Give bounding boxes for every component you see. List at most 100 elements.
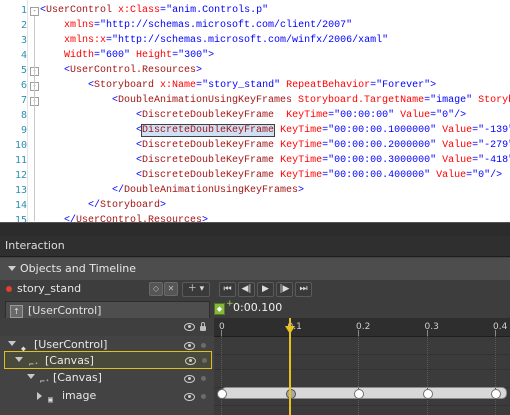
lock-dot-icon[interactable]	[202, 358, 207, 363]
code-token: "00:00:00.400000"	[328, 170, 431, 181]
keyframe-selected[interactable]	[285, 389, 296, 399]
code-token: "image"	[430, 95, 473, 106]
tree-row-canvas-child[interactable]: ⌐⁺ [Canvas]	[0, 369, 214, 387]
lock-dot-icon[interactable]	[201, 394, 206, 399]
code-line[interactable]: Width="600" Height="300">	[40, 48, 214, 63]
code-token: "anim.Controls.p"	[166, 5, 269, 16]
tree-row-label: [Canvas]	[45, 354, 94, 367]
collapse-triangle-icon[interactable]	[8, 266, 16, 271]
new-storyboard-button[interactable]: ＋ ▾	[182, 282, 210, 297]
timeline-row-canvas[interactable]	[214, 351, 510, 370]
playhead-handle[interactable]	[284, 326, 295, 334]
line-number-gutter: 1 2 3 4 5 6 7 8 9 10 11 12 13 14 15	[0, 0, 28, 222]
code-token: <	[40, 110, 143, 121]
line-number: 11	[14, 155, 27, 166]
code-token: Value	[436, 155, 473, 166]
lock-dot-icon[interactable]	[201, 343, 206, 348]
next-frame-icon[interactable]: |▶	[276, 282, 293, 297]
code-token: Storyboard	[100, 200, 161, 211]
code-token: Value	[394, 110, 431, 121]
code-token: Storyboard	[94, 80, 155, 91]
tree-row-image[interactable]: ▣ image	[0, 387, 214, 405]
code-line[interactable]: <DiscreteDoubleKeyFrame KeyTime="00:00:0…	[40, 138, 510, 153]
keyframe-track-bar[interactable]	[221, 387, 507, 399]
code-token: </	[40, 185, 125, 196]
visibility-eye-icon[interactable]	[185, 357, 196, 365]
visibility-eye-icon[interactable]	[184, 393, 195, 401]
code-line[interactable]: <DiscreteDoubleKeyFrame KeyTime="00:00:0…	[40, 153, 510, 168]
code-line[interactable]: <DiscreteDoubleKeyFrame KeyTime="00:00:0…	[40, 123, 510, 138]
code-token: <	[40, 65, 71, 76]
code-token: "00:00:00.2000000"	[328, 140, 437, 151]
line-number: 12	[14, 170, 27, 181]
keyframe[interactable]	[422, 389, 433, 399]
line-number: 4	[20, 50, 27, 61]
line-number: 8	[20, 110, 27, 121]
object-tree-header	[0, 318, 214, 336]
line-number: 2	[20, 20, 27, 31]
line-number: 15	[14, 215, 27, 222]
code-token: DoubleAnimationUsingKeyFrames	[118, 95, 293, 106]
timeline-row-canvas-child[interactable]	[214, 369, 510, 388]
code-token: KeyTime	[274, 125, 323, 136]
expand-triangle-icon[interactable]	[27, 374, 35, 379]
last-frame-icon[interactable]: ⏭	[295, 282, 312, 297]
fold-toggle-icon[interactable]: -	[30, 7, 39, 16]
code-token: DiscreteDoubleKeyFrame	[142, 170, 275, 181]
code-token: "600"	[100, 50, 131, 61]
storyboard-name[interactable]: story_stand	[17, 280, 81, 298]
keyframe[interactable]	[354, 389, 364, 399]
code-token: "http://schemas.microsoft.com/client/200…	[100, 20, 353, 31]
code-line[interactable]: </DoubleAnimationUsingKeyFrames>	[40, 183, 304, 198]
first-frame-icon[interactable]: ⏮	[219, 282, 236, 297]
record-indicator-icon	[6, 286, 12, 292]
storyboard-options-icon[interactable]: ◇	[149, 282, 163, 296]
expand-triangle-icon[interactable]	[8, 341, 16, 346]
visibility-eye-icon[interactable]	[184, 342, 195, 350]
timeline-gridline	[358, 336, 360, 415]
code-token: KeyTime	[274, 170, 323, 181]
code-line[interactable]: <Storyboard x:Name="story_stand" RepeatB…	[40, 78, 436, 93]
time-readout[interactable]: 0:00.100	[233, 301, 282, 315]
record-keyframe-icon[interactable]: ◆	[214, 303, 225, 315]
xaml-editor[interactable]: 123456789101112131415 ----<UserControl x…	[0, 0, 510, 222]
code-line[interactable]: <UserControl.Resources>	[40, 63, 202, 78]
line-number: 13	[14, 185, 27, 196]
keyframe[interactable]	[491, 389, 501, 399]
code-token: Storyboard	[478, 95, 510, 106]
code-line[interactable]: <DoubleAnimationUsingKeyFrames Storyboar…	[40, 93, 510, 108]
tree-row-canvas-selected[interactable]: ⌐⁺ [Canvas]	[4, 351, 212, 369]
code-token: >	[298, 185, 305, 196]
expand-triangle-icon[interactable]	[15, 357, 23, 362]
code-token: RepeatBehavior	[280, 80, 371, 91]
visibility-eye-icon[interactable]	[184, 375, 195, 383]
code-token: Value	[436, 140, 473, 151]
keyframe[interactable]	[217, 389, 227, 399]
previous-frame-icon[interactable]: ◀|	[238, 282, 255, 297]
panel-divider[interactable]	[0, 222, 510, 237]
play-icon[interactable]: ▶	[257, 282, 274, 297]
lock-header-icon[interactable]	[200, 322, 206, 331]
code-token: DiscreteDoubleKeyFrame	[142, 155, 275, 166]
code-line[interactable]: </UserControl.Resources>	[40, 213, 208, 222]
code-token: xmlns:x	[40, 35, 107, 46]
close-storyboard-icon[interactable]: ✕	[164, 282, 178, 296]
objects-timeline-header[interactable]: Objects and Timeline	[0, 258, 510, 281]
code-line[interactable]: xmlns:x="http://schemas.microsoft.com/wi…	[40, 33, 388, 48]
code-token: "00:00:00.1000000"	[328, 125, 437, 136]
code-line[interactable]: </Storyboard>	[40, 198, 166, 213]
line-number: 10	[14, 140, 27, 151]
lock-dot-icon[interactable]	[201, 376, 206, 381]
code-line[interactable]: <DiscreteDoubleKeyFrame KeyTime="00:00:0…	[40, 168, 502, 183]
timeline-gridline	[426, 336, 429, 415]
collapsed-triangle-icon[interactable]	[37, 392, 42, 400]
code-line[interactable]: xmlns="http://schemas.microsoft.com/clie…	[40, 18, 352, 33]
code-token: KeyTime	[274, 110, 329, 121]
code-line[interactable]: <DiscreteDoubleKeyFrame KeyTime="00:00:0…	[40, 108, 466, 123]
code-token: >	[208, 50, 215, 61]
code-line[interactable]: <UserControl x:Class="anim.Controls.p"	[40, 3, 268, 18]
objects-timeline-title: Objects and Timeline	[20, 262, 137, 275]
code-token: xmlns	[40, 20, 95, 31]
code-token: "story_stand"	[202, 80, 281, 91]
visibility-header-icon[interactable]	[184, 323, 195, 331]
